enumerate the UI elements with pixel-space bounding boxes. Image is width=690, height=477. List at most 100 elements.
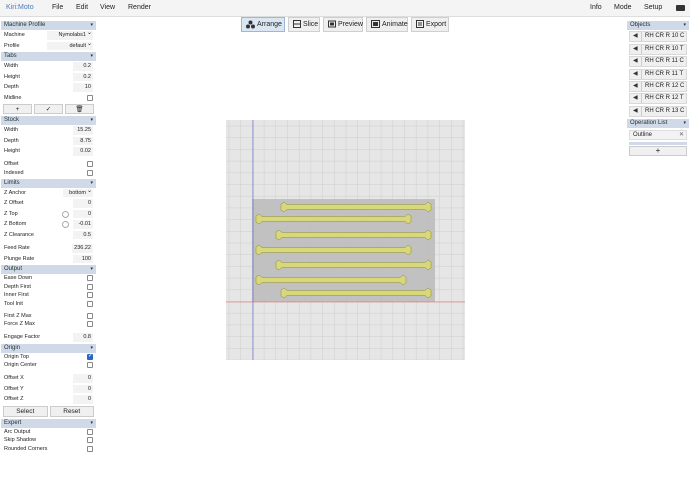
midline-label: Midline	[4, 94, 22, 101]
select-origin-button[interactable]: Select	[3, 405, 48, 417]
menu-view[interactable]: View	[100, 4, 115, 11]
stock-height-input[interactable]: 0.02	[73, 147, 93, 156]
object-item[interactable]: ◀ RH CR R 12 T	[629, 93, 687, 105]
delete-tab-button[interactable]: 🗑	[65, 104, 94, 114]
section-expert[interactable]: Expert ▾	[1, 418, 96, 428]
arc-output-label: Arc Output	[4, 428, 31, 435]
section-machine-profile[interactable]: Machine Profile ▾	[1, 21, 96, 30]
midline-checkbox[interactable]	[87, 94, 93, 101]
workspace-canvas[interactable]	[226, 120, 465, 360]
z-clearance-input[interactable]: 0.5	[73, 230, 93, 239]
plunge-rate-input[interactable]: 100	[73, 254, 93, 263]
object-item[interactable]: ◀ RH CR R 10 T	[629, 43, 687, 55]
engage-factor-input[interactable]: 0.8	[73, 333, 93, 342]
first-z-max-checkbox[interactable]	[87, 312, 93, 319]
menu-info[interactable]: Info	[590, 4, 602, 11]
origin-top-label: Origin Top	[4, 353, 29, 360]
operation-outline[interactable]: Outline ✕	[629, 129, 687, 140]
stock-indexed-checkbox[interactable]	[87, 170, 93, 176]
skip-shadow-label: Skip Shadow	[4, 437, 37, 444]
mode-arrange-label: Arrange	[257, 21, 282, 28]
stock-offset-checkbox[interactable]	[87, 161, 93, 167]
menu-render[interactable]: Render	[128, 4, 151, 11]
feed-rate-input[interactable]: 236.22	[72, 244, 93, 253]
tab-height-input[interactable]: 0.2	[73, 72, 93, 81]
arc-output-checkbox[interactable]	[87, 428, 93, 435]
object-item[interactable]: ◀ RH CR R 11 T	[629, 68, 687, 80]
object-item[interactable]: ◀ RH CR R 10 C	[629, 31, 687, 43]
offset-y-input[interactable]: 0	[73, 384, 93, 393]
export-icon	[416, 20, 424, 29]
mode-export-button[interactable]: Export	[411, 17, 449, 32]
offset-x-input[interactable]: 0	[73, 374, 93, 383]
rounded-corners-checkbox[interactable]	[87, 445, 93, 452]
row-tab-width: Width 0.2	[1, 61, 96, 72]
section-stock[interactable]: Stock ▾	[1, 116, 96, 125]
apply-tab-button[interactable]: ✓	[34, 104, 63, 114]
triangle-left-icon[interactable]: ◀	[633, 70, 638, 79]
mode-arrange-button[interactable]: Arrange	[241, 17, 285, 32]
row-arc-output: Arc Output	[1, 428, 96, 437]
depth-first-checkbox[interactable]	[87, 283, 93, 290]
triangle-left-icon[interactable]: ◀	[633, 94, 638, 103]
z-top-input[interactable]: 0	[73, 209, 93, 218]
triangle-left-icon[interactable]: ◀	[633, 45, 638, 54]
stock-width-input[interactable]: 15.25	[73, 126, 93, 135]
section-output[interactable]: Output ▾	[1, 265, 96, 274]
z-top-label: Z Top	[4, 210, 18, 217]
section-objects[interactable]: Objects ▾	[627, 21, 689, 30]
row-machine: Machine Nymolabs1	[1, 29, 96, 41]
stock-depth-input[interactable]: 8.75	[73, 136, 93, 145]
machine-select[interactable]: Nymolabs1	[47, 29, 93, 40]
inner-first-checkbox[interactable]	[87, 292, 93, 299]
menu-mode[interactable]: Mode	[614, 4, 632, 11]
add-tab-button[interactable]: +	[3, 104, 32, 114]
chevron-down-icon: ▾	[90, 117, 93, 123]
menu-edit[interactable]: Edit	[76, 4, 88, 11]
add-operation-button[interactable]: +	[629, 145, 687, 156]
tab-width-input[interactable]: 0.2	[73, 62, 93, 71]
section-title: Output	[4, 266, 23, 272]
close-icon[interactable]: ✕	[679, 131, 684, 139]
reset-origin-button[interactable]: Reset	[49, 405, 94, 417]
section-origin[interactable]: Origin ▾	[1, 343, 96, 353]
profile-select[interactable]: default	[47, 40, 93, 50]
z-top-toggle[interactable]	[62, 210, 69, 218]
z-offset-input[interactable]: 0	[73, 199, 93, 208]
z-bottom-input[interactable]: -0.01	[73, 220, 93, 229]
menu-setup[interactable]: Setup	[644, 4, 662, 11]
object-item[interactable]: ◀ RH CR R 12 C	[629, 80, 687, 92]
section-title: Machine Profile	[4, 22, 46, 28]
tab-depth-input[interactable]: 10	[73, 83, 93, 92]
keyboard-icon[interactable]	[676, 5, 685, 11]
row-stock-offset: Offset	[1, 160, 96, 169]
object-item[interactable]: ◀ RH CR R 11 C	[629, 56, 687, 68]
z-bottom-toggle[interactable]	[62, 221, 69, 228]
section-tabs[interactable]: Tabs ▾	[1, 52, 96, 61]
offset-z-input[interactable]: 0	[73, 395, 93, 404]
triangle-left-icon[interactable]: ◀	[633, 32, 638, 41]
stock-indexed-label: Indexed	[4, 169, 24, 176]
mode-slice-button[interactable]: Slice	[288, 17, 320, 32]
origin-top-checkbox[interactable]	[87, 352, 93, 360]
ease-down-checkbox[interactable]	[87, 275, 93, 281]
mode-preview-button[interactable]: Preview	[323, 17, 363, 32]
mode-animate-button[interactable]: Animate	[366, 17, 408, 32]
force-z-max-checkbox[interactable]	[87, 321, 93, 328]
triangle-left-icon[interactable]: ◀	[633, 107, 638, 116]
triangle-left-icon[interactable]: ◀	[633, 57, 638, 66]
menu-file[interactable]: File	[52, 4, 63, 11]
engage-factor-label: Engage Factor	[4, 334, 41, 341]
z-anchor-label: Z Anchor	[4, 189, 27, 196]
section-limits[interactable]: Limits ▾	[1, 178, 96, 188]
row-midline: Midline	[1, 93, 96, 104]
object-item[interactable]: ◀ RH CR R 13 C	[629, 105, 687, 117]
triangle-left-icon[interactable]: ◀	[633, 82, 638, 91]
section-operation-list[interactable]: Operation List ▾	[627, 118, 689, 128]
skip-shadow-checkbox[interactable]	[87, 437, 93, 444]
profile-label: Profile	[4, 42, 20, 49]
tool-init-checkbox[interactable]	[87, 301, 93, 308]
animate-icon	[371, 20, 380, 29]
z-anchor-select[interactable]: bottom	[63, 187, 93, 197]
origin-center-checkbox[interactable]	[87, 362, 93, 369]
